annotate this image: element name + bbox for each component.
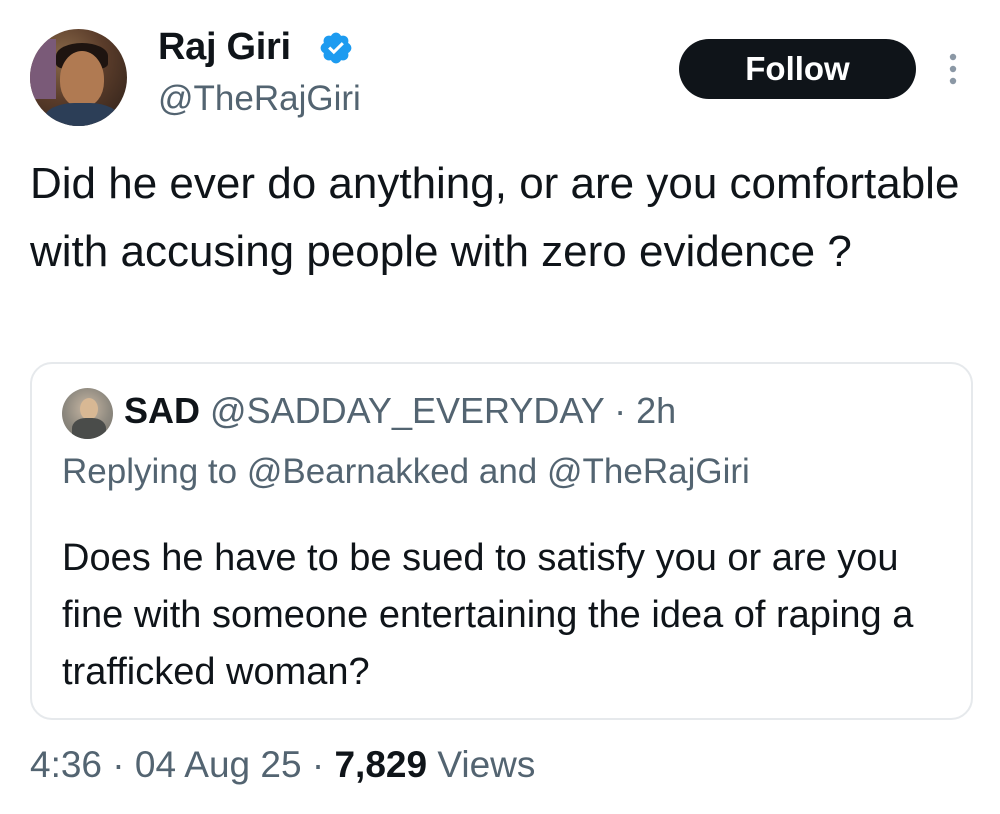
quoted-author-handle[interactable]: @SADDAY_EVERYDAY	[210, 390, 604, 431]
author-handle[interactable]: @TheRajGiri	[158, 79, 361, 119]
quoted-tweet-header: SAD @SADDAY_EVERYDAY · 2h	[124, 390, 676, 432]
views-label: Views	[437, 744, 536, 785]
verified-badge-icon	[320, 32, 352, 64]
tweet-footer: 4:36 · 04 Aug 25 · 7,829 Views	[30, 744, 535, 786]
author-name[interactable]: Raj Giri	[158, 26, 291, 69]
follow-button[interactable]: Follow	[679, 39, 916, 99]
quoted-separator: ·	[614, 390, 627, 431]
quoted-avatar-body	[72, 418, 106, 439]
quoted-author-avatar[interactable]	[62, 388, 113, 439]
footer-separator: ·	[311, 744, 325, 785]
tweet-date[interactable]: 04 Aug 25	[135, 744, 302, 785]
quoted-tweet[interactable]: SAD @SADDAY_EVERYDAY · 2h Replying to @B…	[30, 362, 973, 720]
author-avatar[interactable]	[30, 29, 127, 126]
quoted-avatar-face	[80, 398, 98, 420]
avatar-shirt	[44, 103, 120, 126]
views-count: 7,829	[334, 744, 428, 785]
footer-separator: ·	[112, 744, 125, 785]
quoted-tweet-text: Does he have to be sued to satisfy you o…	[62, 537, 914, 693]
tweet-time[interactable]: 4:36	[30, 744, 102, 785]
quoted-author-name[interactable]: SAD	[124, 390, 200, 431]
avatar-face	[60, 51, 104, 107]
more-options-icon[interactable]	[946, 52, 960, 86]
avatar-background	[30, 39, 56, 99]
replying-to: Replying to @Bearnakked and @TheRajGiri	[62, 452, 750, 491]
tweet-text: Did he ever do anything, or are you comf…	[30, 159, 960, 276]
quoted-time[interactable]: 2h	[636, 390, 676, 431]
